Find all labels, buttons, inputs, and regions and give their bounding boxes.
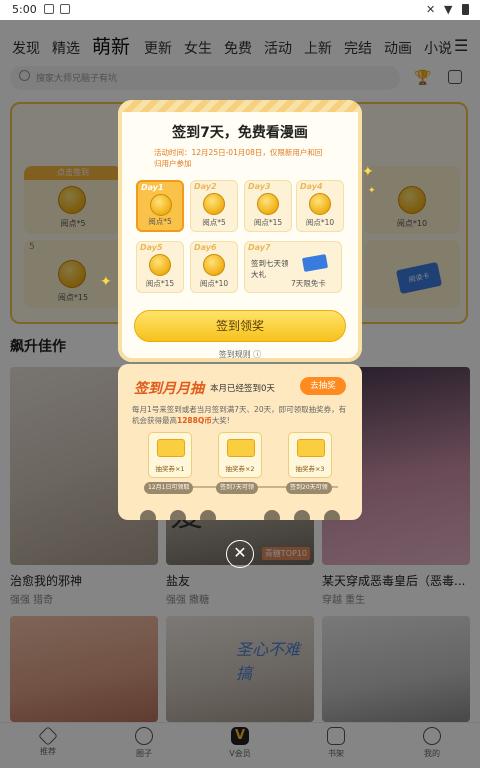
day-label: Day1 [141, 183, 164, 192]
rules-label: 签到规则 [218, 350, 251, 359]
day-reward: 阅点*5 [202, 218, 226, 227]
coin-icon [309, 193, 331, 215]
lottery-ticket[interactable]: 抽奖券×2 [218, 432, 262, 478]
popup-description: 活动时间：12月25日-01月08日，仅限新用户和回归用户参加 [154, 148, 323, 168]
coin-icon [203, 193, 225, 215]
edge-scallop [294, 510, 310, 520]
day-card[interactable]: Day5 阅点*15 [136, 241, 184, 293]
lottery-ticket[interactable]: 抽奖券×3 [288, 432, 332, 478]
day-card[interactable]: Day6 阅点*10 [190, 241, 238, 293]
help-icon: ⓘ [253, 350, 262, 359]
ticket-condition: 12月1日可领取 [144, 482, 194, 494]
lottery-title: 签到月月抽 [134, 381, 204, 397]
day-reward: 阅点*10 [199, 279, 229, 288]
day-label: Day2 [194, 182, 217, 191]
mute-icon: ✕ [426, 3, 436, 16]
ticket-label: 抽奖券×3 [295, 465, 325, 473]
battery-icon [462, 4, 469, 15]
day-label: Day5 [140, 243, 163, 252]
gift-reward: 7天限免卡 [291, 279, 326, 288]
day-reward: 阅点*15 [253, 218, 283, 227]
sparkle-icon: ✦ [368, 186, 376, 196]
day-label: Day4 [300, 182, 323, 191]
monthly-lottery-card: 签到月月抽 本月已经签到0天 去抽奖 每月1号来签到或者当月签到满7天、20天，… [118, 364, 362, 520]
edge-scallop [140, 510, 156, 520]
day-label: Day3 [248, 182, 271, 191]
wifi-icon: ▼ [444, 3, 453, 16]
lottery-description: 每月1号来签到或者当月签到满7天、20天，即可领取抽奖券，有机会获得最高1288… [132, 405, 347, 425]
day-card[interactable]: Day4 阅点*10 [296, 180, 344, 232]
lottery-ticket[interactable]: 抽奖券×1 [148, 432, 192, 478]
close-icon[interactable]: ✕ [226, 540, 254, 568]
ticket-icon [227, 439, 255, 457]
coin-icon [203, 254, 225, 276]
day-reward: 阅点*10 [305, 218, 335, 227]
coin-icon [257, 193, 279, 215]
day-card[interactable]: Day2 阅点*5 [190, 180, 238, 232]
draw-lottery-button[interactable]: 去抽奖 [300, 377, 346, 395]
edge-scallop [170, 510, 186, 520]
notification-icon [44, 4, 54, 14]
day-label: Day6 [194, 243, 217, 252]
lottery-status: 本月已经签到0天 [210, 384, 275, 394]
day7-gift-card[interactable]: Day7 签到七天领大礼 7天限免卡 [244, 241, 342, 293]
notification-icon-2 [60, 4, 70, 14]
status-bar: 5:00 ✕ ▼ [0, 0, 480, 20]
day-card[interactable]: Day1 阅点*5 [136, 180, 184, 232]
popup-header-stripes [118, 100, 362, 112]
ticket-icon [297, 439, 325, 457]
edge-scallop [200, 510, 216, 520]
ticket-condition: 签到20天可领 [286, 482, 332, 494]
edge-scallop [264, 510, 280, 520]
signin-rules-link[interactable]: 签到规则 ⓘ [118, 349, 362, 360]
coin-icon [150, 194, 172, 216]
status-time: 5:00 [12, 3, 37, 16]
coin-icon [149, 254, 171, 276]
popup-title: 签到7天，免费看漫画 [172, 125, 308, 141]
signin-popup: 签到7天，免费看漫画 活动时间：12月25日-01月08日，仅限新用户和回归用户… [118, 100, 362, 362]
day-reward: 阅点*5 [148, 217, 172, 226]
claim-reward-button[interactable]: 签到领奖 [134, 310, 346, 342]
ticket-icon [157, 439, 185, 457]
day-card[interactable]: Day3 阅点*15 [244, 180, 292, 232]
free-card-icon [301, 254, 329, 272]
ticket-label: 抽奖券×2 [225, 465, 255, 473]
sparkle-icon: ✦ [100, 274, 112, 290]
day-reward: 阅点*15 [145, 279, 175, 288]
ticket-condition: 签到7天可领 [216, 482, 258, 494]
ticket-label: 抽奖券×1 [155, 465, 185, 473]
edge-scallop [324, 510, 340, 520]
day-label: Day7 [248, 243, 271, 252]
gift-text: 签到七天领大礼 [251, 259, 289, 279]
sparkle-icon: ✦ [362, 164, 374, 180]
